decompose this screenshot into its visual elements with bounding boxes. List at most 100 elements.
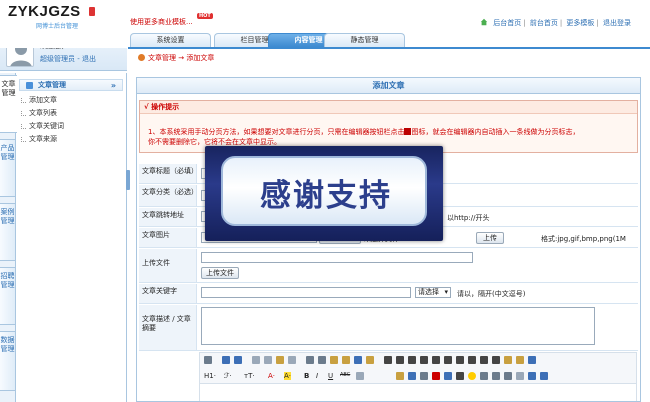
- top-header: ZYKJGZS 网博士后台管理 使用更多商业模板... HOT 后台首页 | 前台…: [0, 0, 650, 34]
- collapse-icon[interactable]: »: [111, 80, 116, 91]
- link-more-templates[interactable]: 更多模板: [566, 19, 594, 27]
- sidebar-item-article-keywords[interactable]: 文章关键词: [21, 121, 64, 131]
- upload-file-input[interactable]: [201, 252, 473, 263]
- print-icon[interactable]: [264, 356, 272, 364]
- category-label: 文章分类（必选）: [139, 185, 198, 206]
- breadcrumb-icon: [138, 54, 145, 61]
- vtab-jobs[interactable]: 招聘管理: [0, 267, 16, 325]
- app-logo: ZYKJGZS: [8, 3, 81, 20]
- hot-badge: HOT: [197, 13, 213, 19]
- logo-subtitle: 网博士后台管理: [36, 23, 79, 30]
- tips-title: √ 操作提示: [140, 101, 637, 114]
- image-label: 文章图片: [139, 228, 197, 247]
- link-icon[interactable]: [528, 372, 536, 380]
- sidebar-collapse-handle[interactable]: [126, 170, 130, 190]
- unlink-icon[interactable]: [540, 372, 548, 380]
- subscript-icon[interactable]: [480, 356, 488, 364]
- editor-content-area[interactable]: [199, 384, 637, 401]
- description-label: 文章描述 / 文章摘要: [139, 305, 197, 350]
- description-textarea[interactable]: [201, 307, 595, 345]
- format-brush-icon[interactable]: [516, 356, 524, 364]
- editor-toolbar: H1· ℱ· тT· A· A· B I U ABC: [199, 352, 637, 384]
- flash-icon[interactable]: [408, 372, 416, 380]
- image-upload-button[interactable]: 上传: [476, 232, 504, 244]
- italic-button[interactable]: I: [316, 372, 318, 380]
- watermark-text: 感谢支持: [260, 178, 392, 214]
- title-label: 文章标题（必填）: [139, 164, 198, 183]
- fullscreen-icon[interactable]: [528, 356, 536, 364]
- home-icon: [480, 18, 488, 26]
- align-left-icon[interactable]: [384, 356, 392, 364]
- panel-title: 添加文章: [137, 78, 640, 94]
- template-icon[interactable]: [276, 356, 284, 364]
- undo-icon[interactable]: [222, 356, 230, 364]
- vtab-articles[interactable]: 文章管理: [0, 75, 17, 133]
- code-block-icon[interactable]: [504, 372, 512, 380]
- vtab-products[interactable]: 产品管理: [0, 139, 16, 197]
- special-char-icon[interactable]: [480, 372, 488, 380]
- highlight-dropdown[interactable]: A·: [284, 372, 292, 380]
- eraser-icon[interactable]: [356, 372, 364, 380]
- outdent-icon[interactable]: [468, 356, 476, 364]
- role-line: 超级管理员 - 退出: [40, 55, 96, 63]
- copy-icon[interactable]: [318, 356, 326, 364]
- media-icon[interactable]: [420, 372, 428, 380]
- heading-dropdown[interactable]: H1·: [204, 372, 216, 380]
- sidebar-item-article-list[interactable]: 文章列表: [21, 108, 57, 118]
- vtab-cases[interactable]: 案例管理: [0, 203, 16, 261]
- keyword-select[interactable]: 请选择: [415, 287, 451, 298]
- align-justify-icon[interactable]: [420, 356, 428, 364]
- sidebar-item-add-article[interactable]: 添加文章: [21, 95, 57, 105]
- anchor-icon[interactable]: [516, 372, 524, 380]
- link-logout[interactable]: 退出登录: [603, 19, 631, 27]
- upload-file-label: 上传文件: [139, 249, 197, 282]
- image-icon[interactable]: [396, 372, 404, 380]
- emoticon-icon[interactable]: [468, 372, 476, 380]
- link-site-home[interactable]: 前台首页: [530, 19, 558, 27]
- paste-icon[interactable]: [330, 356, 338, 364]
- map-icon[interactable]: [492, 372, 500, 380]
- unordered-list-icon[interactable]: [444, 356, 452, 364]
- superscript-icon[interactable]: [492, 356, 500, 364]
- clear-format-icon[interactable]: [504, 356, 512, 364]
- insert-page-break-icon[interactable]: [432, 372, 440, 380]
- ordered-list-icon[interactable]: [432, 356, 440, 364]
- keyword-hint: 请以，隔开(中文逗号): [457, 290, 526, 298]
- link-admin-home[interactable]: 后台首页: [493, 19, 521, 27]
- select-all-icon[interactable]: [366, 356, 374, 364]
- bold-button[interactable]: B: [304, 372, 309, 380]
- tab-static-management[interactable]: 静态管理: [324, 33, 405, 47]
- jump-url-hint: 以http://开头: [447, 214, 490, 222]
- strikethrough-button[interactable]: ABC: [340, 372, 350, 378]
- vtab-data[interactable]: 数据管理: [0, 331, 16, 391]
- sidebar-item-article-source[interactable]: 文章来源: [21, 134, 57, 144]
- upload-file-button[interactable]: 上传文件: [201, 267, 239, 279]
- preview-icon[interactable]: [252, 356, 260, 364]
- align-right-icon[interactable]: [408, 356, 416, 364]
- tab-system-settings[interactable]: 系统设置: [130, 33, 211, 47]
- cut-icon[interactable]: [306, 356, 314, 364]
- promo-link[interactable]: 使用更多商业模板...: [130, 17, 193, 27]
- code-icon[interactable]: [288, 356, 296, 364]
- font-size-dropdown[interactable]: тT·: [244, 372, 255, 380]
- keyword-input[interactable]: [201, 287, 411, 298]
- description-row: 文章描述 / 文章摘要: [139, 305, 638, 351]
- table-icon[interactable]: [444, 372, 452, 380]
- image-format-hint: 格式:jpg,gif,bmp,png(1M: [541, 235, 626, 243]
- font-color-dropdown[interactable]: A·: [268, 372, 275, 380]
- paste-text-icon[interactable]: [342, 356, 350, 364]
- indent-icon[interactable]: [456, 356, 464, 364]
- menu-section-header[interactable]: 文章管理 »: [19, 79, 123, 91]
- paste-word-icon[interactable]: [354, 356, 362, 364]
- keyword-label: 文章关键字: [139, 284, 197, 303]
- font-family-dropdown[interactable]: ℱ·: [224, 372, 232, 380]
- underline-button[interactable]: U: [328, 372, 333, 380]
- logout-link[interactable]: 退出: [82, 55, 96, 63]
- breadcrumb-section[interactable]: 文章管理: [148, 54, 176, 62]
- align-center-icon[interactable]: [396, 356, 404, 364]
- jump-url-label: 文章跳转地址: [139, 208, 197, 226]
- upload-file-row: 上传文件 上传文件: [139, 249, 638, 283]
- source-icon[interactable]: [204, 356, 212, 364]
- redo-icon[interactable]: [234, 356, 242, 364]
- hr-icon[interactable]: [456, 372, 464, 380]
